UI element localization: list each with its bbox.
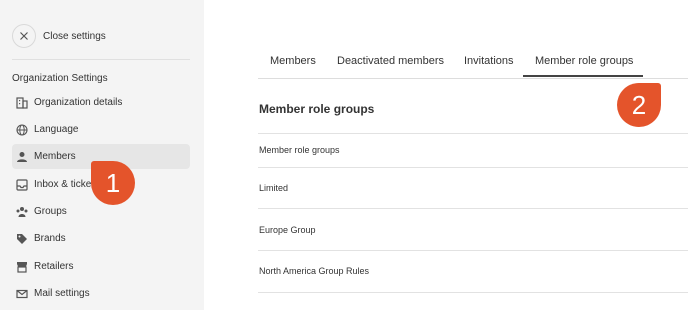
sidebar-item-label: Inbox & tickets (34, 179, 100, 190)
row-divider (258, 208, 688, 209)
tab-invitations[interactable]: Invitations (464, 48, 514, 74)
list-item[interactable]: North America Group Rules (259, 266, 369, 276)
row-divider (258, 167, 688, 168)
step-badge-2: 2 (617, 83, 661, 127)
list-item[interactable]: Limited (259, 183, 288, 193)
person-icon (16, 151, 28, 163)
step-badge-1: 1 (91, 161, 135, 205)
sidebar-item-language[interactable]: Language (12, 117, 190, 142)
building-icon (16, 96, 28, 109)
tab-members[interactable]: Members (270, 48, 316, 74)
sidebar-item-retailers[interactable]: Retailers (12, 254, 190, 279)
sidebar-item-brands[interactable]: Brands (12, 226, 190, 251)
sidebar-section-title: Organization Settings (12, 73, 108, 84)
page-title: Member role groups (259, 102, 375, 116)
close-settings-button[interactable]: Close settings (12, 23, 106, 49)
active-tab-indicator (523, 75, 643, 77)
sidebar-item-label: Members (34, 151, 76, 162)
groups-icon (16, 206, 28, 218)
settings-sidebar: Close settings Organization Settings Org… (0, 0, 204, 310)
sidebar-item-label: Organization details (34, 97, 123, 108)
sidebar-item-label: Brands (34, 233, 66, 244)
sidebar-item-mail-settings[interactable]: Mail settings (12, 281, 190, 306)
sidebar-item-label: Mail settings (34, 288, 90, 299)
sidebar-item-label: Groups (34, 206, 67, 217)
store-icon (16, 261, 28, 273)
close-settings-label[interactable]: Close settings (43, 31, 106, 42)
sidebar-item-organization-details[interactable]: Organization details (12, 90, 190, 115)
tag-icon (16, 233, 28, 245)
sidebar-item-label: Retailers (34, 261, 74, 272)
row-divider (258, 133, 688, 134)
inbox-icon (16, 178, 28, 191)
row-divider (258, 292, 688, 293)
list-item[interactable]: Europe Group (259, 225, 316, 235)
tabs-divider (258, 78, 688, 79)
sidebar-item-groups[interactable]: Groups (12, 199, 190, 224)
mail-icon (16, 288, 28, 300)
list-item[interactable]: Member role groups (259, 145, 340, 155)
tab-member-role-groups[interactable]: Member role groups (535, 48, 633, 74)
sidebar-divider (12, 59, 190, 60)
sidebar-item-label: Language (34, 124, 79, 135)
globe-icon (16, 123, 28, 136)
close-icon[interactable] (12, 24, 36, 48)
tab-deactivated-members[interactable]: Deactivated members (337, 48, 444, 74)
row-divider (258, 250, 688, 251)
